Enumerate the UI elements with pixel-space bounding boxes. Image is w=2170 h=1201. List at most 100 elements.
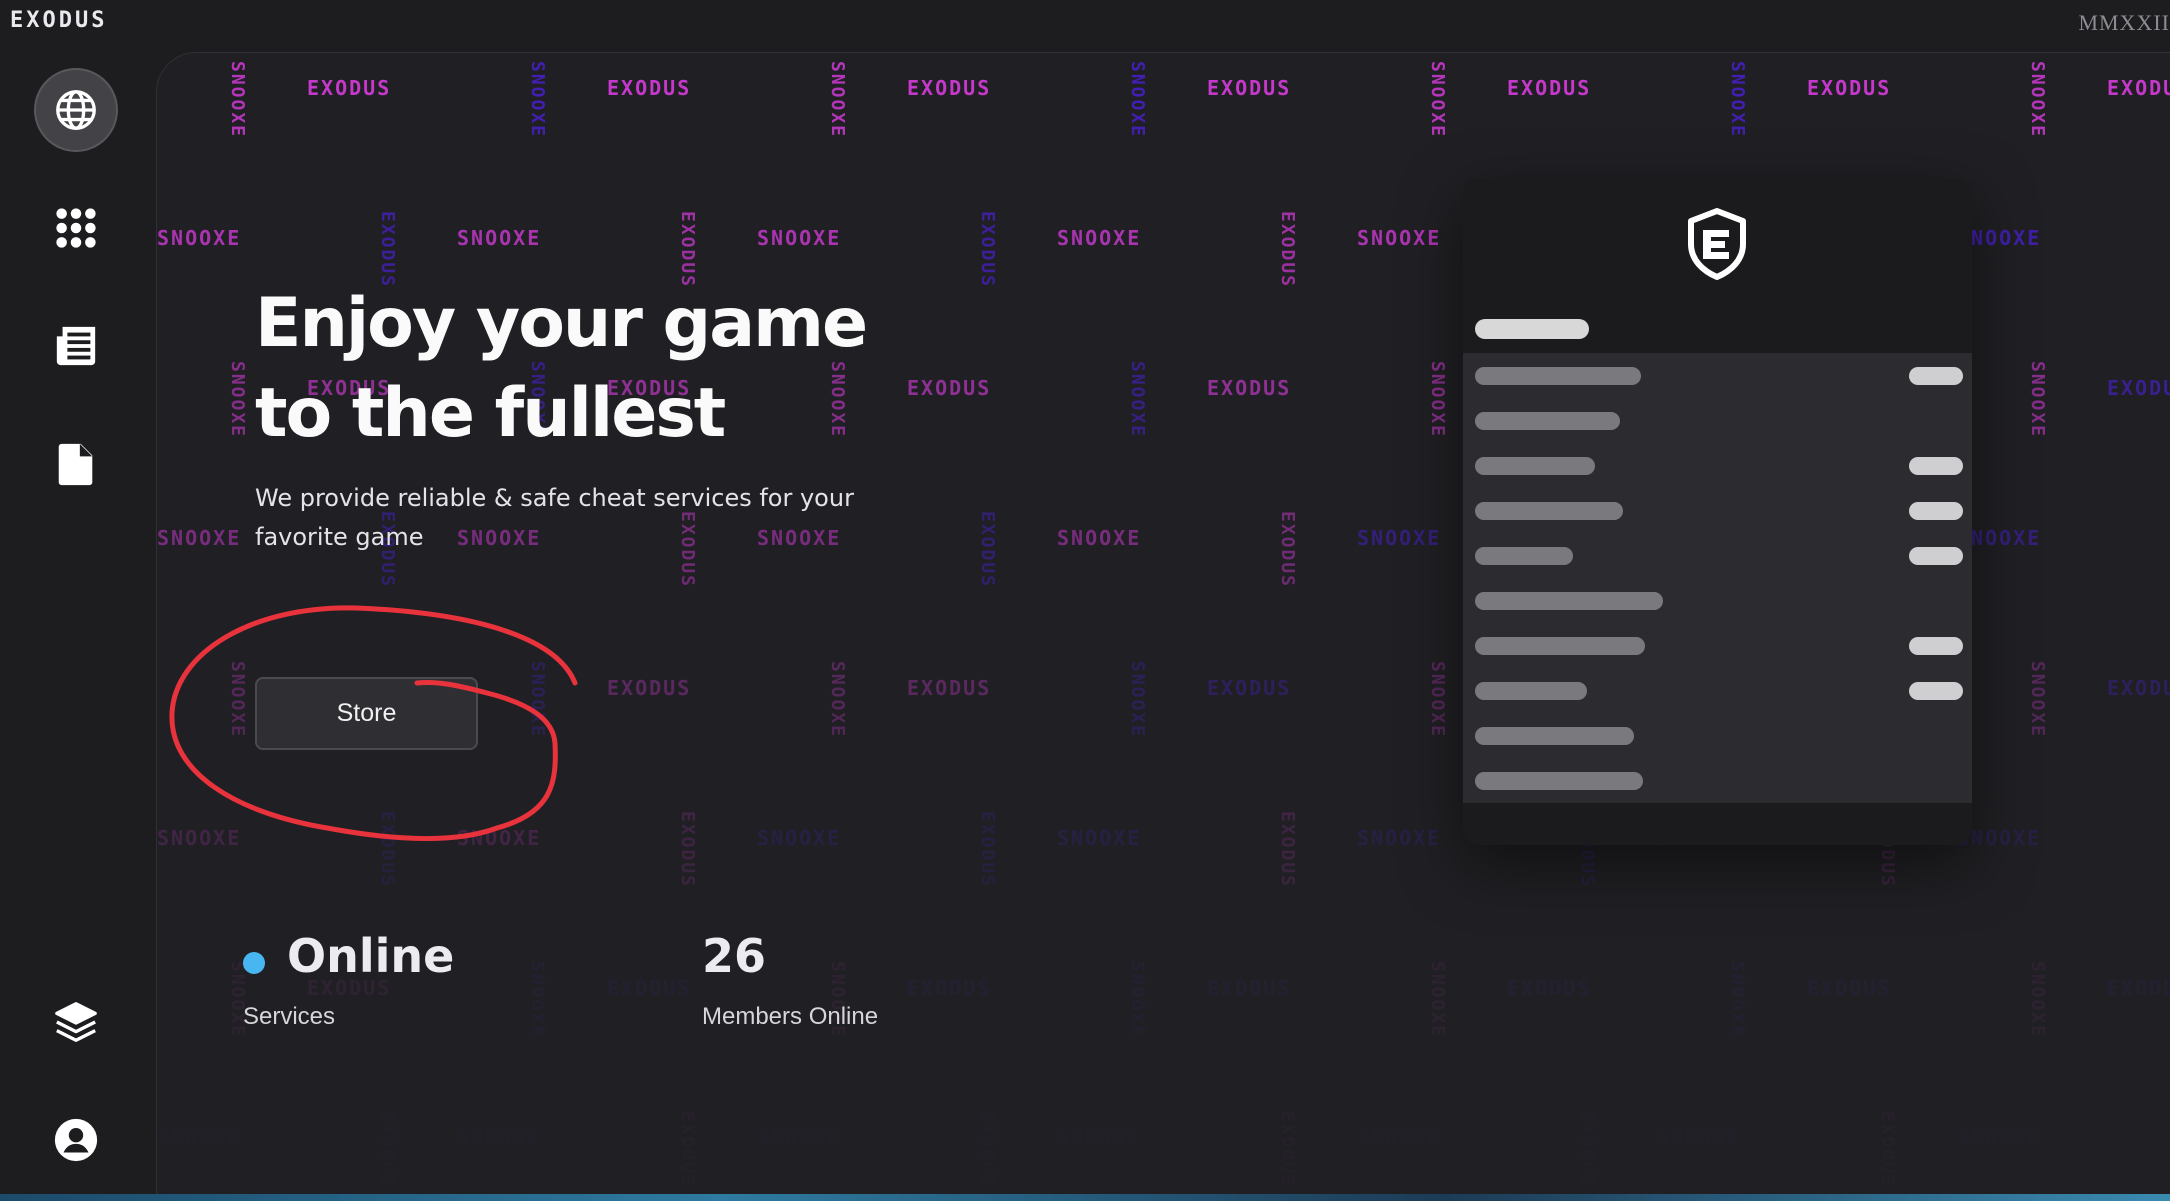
year-label: MMXXII [2078,10,2170,35]
menu-option-bar [1475,592,1663,610]
members-online-label: Members Online [702,1003,879,1030]
menu-option-bar [1475,367,1641,385]
menu-option-toggle [1909,367,1963,385]
pattern-word-vertical: EXODUS [977,211,998,288]
pattern-word: SNOOXE [757,826,841,850]
pattern-word: EXODUS [1207,676,1291,700]
pattern-word-vertical: EXODUS [1877,1111,1898,1188]
layers-icon [55,1002,97,1042]
pattern-word: EXODUS [607,976,691,1000]
pattern-word-vertical: EXODUS [1277,1111,1298,1188]
menu-option-bar [1475,682,1587,700]
pattern-word: SNOOXE [157,226,241,250]
pattern-word: EXODUS [907,976,991,1000]
pattern-word-vertical: SNOOXE [1127,661,1148,738]
pattern-word: SNOOXE [457,226,541,250]
pattern-word-vertical: SNOOXE [227,361,248,438]
pattern-word: EXODUS [2107,676,2170,700]
brand-logo: EXODUS [10,8,108,33]
pattern-word-vertical: SNOOXE [527,661,548,738]
menu-option-bar [1475,457,1595,475]
sidebar-item-account[interactable] [34,1098,118,1182]
pattern-word-vertical: SNOOXE [1727,961,1748,1038]
main-panel: EXODUS SNOOXE EXODUS SNOOXE EXODUS SNOOXE EXOD… [156,52,2170,1194]
online-status-dot [243,952,265,974]
pattern-word: EXODUS [907,76,991,100]
sidebar [0,44,154,1194]
pattern-word: EXODUS [2107,976,2170,1000]
user-circle-icon [54,1118,98,1162]
hero-subtitle: We provide reliable & safe cheat service… [255,484,854,551]
menu-option-bar [1475,637,1645,655]
pattern-word: EXODUS [907,676,991,700]
pattern-word-vertical: EXODUS [677,211,698,288]
pattern-word-vertical: SNOOXE [1427,361,1448,438]
menu-options-list [1463,353,1972,803]
menu-header-bar [1475,319,1589,339]
top-bar: EXODUS MMXXII [0,0,2170,44]
pattern-word-vertical: EXODUS [377,1111,398,1188]
cheat-menu-preview [1463,178,1972,845]
menu-option-bar [1475,502,1623,520]
pattern-word-vertical: SNOOXE [1727,61,1748,138]
document-icon [58,443,93,486]
menu-option-bar [1475,547,1573,565]
pattern-word-vertical: EXODUS [1277,811,1298,888]
pattern-word-vertical: SNOOXE [1127,361,1148,438]
menu-option-toggle [1909,682,1963,700]
pattern-word: SNOOXE [1357,1126,1441,1150]
pattern-word: SNOOXE [757,1126,841,1150]
pattern-word: EXODUS [1507,76,1591,100]
pattern-word: EXODUS [607,676,691,700]
store-button[interactable]: Store [255,677,478,750]
sidebar-item-services[interactable] [34,186,118,270]
pattern-word: SNOOXE [1357,226,1441,250]
sidebar-item-news[interactable] [34,304,118,388]
pattern-word-vertical: SNOOXE [827,61,848,138]
pattern-word-vertical: SNOOXE [227,61,248,138]
pattern-word-vertical: EXODUS [677,1111,698,1188]
os-taskbar-strip [0,1194,2170,1201]
pattern-word: EXODUS [307,76,391,100]
pattern-word: EXODUS [1207,976,1291,1000]
pattern-word-vertical: SNOOXE [527,61,548,138]
pattern-word-vertical: EXODUS [377,811,398,888]
pattern-word-vertical: EXODUS [977,811,998,888]
pattern-word: SNOOXE [457,826,541,850]
pattern-word: SNOOXE [457,1126,541,1150]
globe-icon [56,90,96,130]
pattern-word: EXODUS [2107,76,2170,100]
menu-option-toggle [1909,502,1963,520]
pattern-word-vertical: SNOOXE [227,661,248,738]
pattern-word-vertical: EXODUS [1277,511,1298,588]
pattern-word-vertical: EXODUS [677,811,698,888]
pattern-word: EXODUS [1207,76,1291,100]
pattern-word-vertical: SNOOXE [1427,661,1448,738]
sidebar-item-layers[interactable] [34,980,118,1064]
hero-title-line2: to the fullest [255,374,726,453]
pattern-word: EXODUS [1807,976,1891,1000]
newspaper-icon [56,326,96,366]
sidebar-item-globe[interactable] [34,68,118,152]
grid-dots-icon [56,208,96,248]
pattern-word-vertical: SNOOXE [1427,961,1448,1038]
pattern-word: SNOOXE [1357,826,1441,850]
menu-option-toggle [1909,637,1963,655]
pattern-word: EXODUS [1507,976,1591,1000]
pattern-word: EXODUS [607,76,691,100]
menu-option-toggle [1909,547,1963,565]
pattern-word-vertical: EXODUS [977,1111,998,1188]
pattern-word: EXODUS [1207,376,1291,400]
pattern-word: EXODUS [2107,376,2170,400]
menu-option-bar [1475,727,1634,745]
pattern-word: SNOOXE [157,826,241,850]
hero-title-line1: Enjoy your game [255,284,868,363]
exodus-shield-logo-icon [1688,208,1746,280]
pattern-word: EXODUS [1807,76,1891,100]
pattern-word: SNOOXE [1357,526,1441,550]
pattern-word-vertical: EXODUS [1277,211,1298,288]
sidebar-item-documents[interactable] [34,422,118,506]
pattern-word-vertical: EXODUS [377,211,398,288]
pattern-word-vertical: SNOOXE [1427,61,1448,138]
members-online-value: 26 [702,929,767,983]
